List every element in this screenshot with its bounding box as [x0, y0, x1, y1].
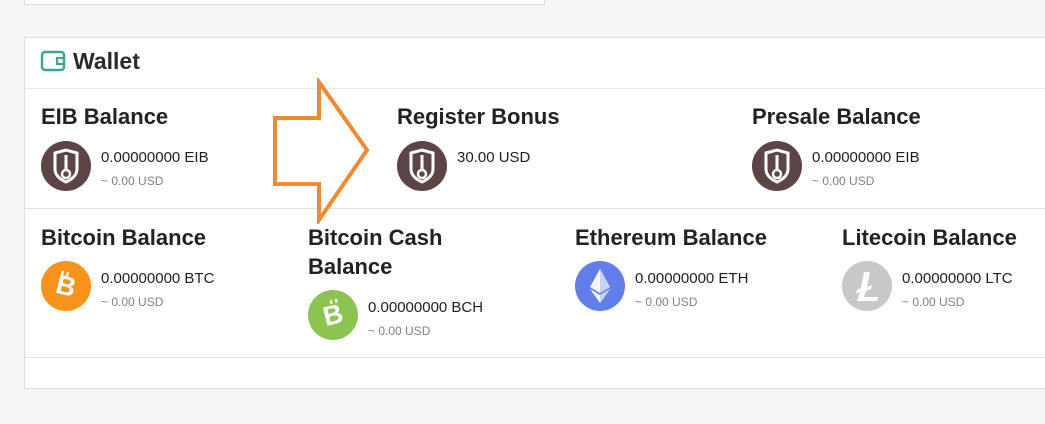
eib-coin-icon	[397, 141, 447, 191]
previous-card	[24, 0, 545, 5]
register-bonus-item: Register Bonus 30.00 USD	[397, 102, 717, 202]
presale-balance-title: Presale Balance	[752, 104, 921, 129]
eib-balance-usd: ~ 0.00 USD	[101, 174, 164, 188]
row-divider	[25, 208, 1045, 209]
bitcoin-cash-balance-title: Bitcoin Cash Balance	[308, 223, 442, 281]
register-bonus-title: Register Bonus	[397, 104, 560, 129]
bitcoin-cash-balance-item: Bitcoin Cash Balance B 0.00000000 BCH ~ …	[308, 223, 568, 353]
ethereum-balance-usd: ~ 0.00 USD	[635, 295, 698, 309]
bitcoin-balance-usd: ~ 0.00 USD	[101, 295, 164, 309]
bitcoin-balance-amount: 0.00000000 BTC	[101, 270, 215, 287]
bitcoin-cash-title-line2: Balance	[308, 254, 393, 279]
bitcoin-cash-icon: B	[308, 290, 358, 340]
bitcoin-balance-item: Bitcoin Balance B 0.00000000 BTC ~ 0.00 …	[41, 223, 301, 323]
ethereum-balance-title: Ethereum Balance	[575, 225, 767, 250]
litecoin-balance-title: Litecoin Balance	[842, 225, 1017, 250]
bitcoin-cash-balance-usd: ~ 0.00 USD	[368, 324, 431, 338]
bitcoin-balance-title: Bitcoin Balance	[41, 225, 207, 250]
eib-balance-amount: 0.00000000 EIB	[101, 149, 209, 166]
ethereum-balance-amount: 0.00000000 ETH	[635, 270, 749, 287]
eib-coin-icon	[752, 141, 802, 191]
bitcoin-cash-balance-amount: 0.00000000 BCH	[368, 299, 484, 316]
litecoin-balance-item: Litecoin Balance 0.00000000 LTC ~ 0.00 U…	[842, 223, 1045, 323]
wallet-card: Wallet EIB Balance 0.00000000 EIB ~ 0.00…	[24, 37, 1045, 389]
presale-balance-usd: ~ 0.00 USD	[812, 174, 875, 188]
row-divider	[25, 357, 1045, 358]
presale-balance-amount: 0.00000000 EIB	[812, 149, 920, 166]
eib-balance-title: EIB Balance	[41, 104, 169, 129]
presale-balance-item: Presale Balance 0.00000000 EIB ~ 0.00 US…	[752, 102, 1045, 202]
ethereum-icon	[575, 261, 625, 311]
wallet-title: Wallet	[73, 48, 140, 74]
ethereum-balance-item: Ethereum Balance 0.00000000 ETH ~ 0.00 U…	[575, 223, 835, 323]
bitcoin-icon: B	[41, 261, 91, 311]
bitcoin-cash-title-line1: Bitcoin Cash	[308, 225, 443, 250]
litecoin-icon	[842, 261, 892, 311]
litecoin-balance-usd: ~ 0.00 USD	[902, 295, 965, 309]
wallet-icon	[40, 50, 66, 72]
litecoin-balance-amount: 0.00000000 LTC	[902, 270, 1013, 287]
wallet-header: Wallet	[25, 38, 1045, 89]
arrow-right-icon	[273, 78, 370, 224]
register-bonus-amount: 30.00 USD	[457, 149, 531, 166]
eib-coin-icon	[41, 141, 91, 191]
